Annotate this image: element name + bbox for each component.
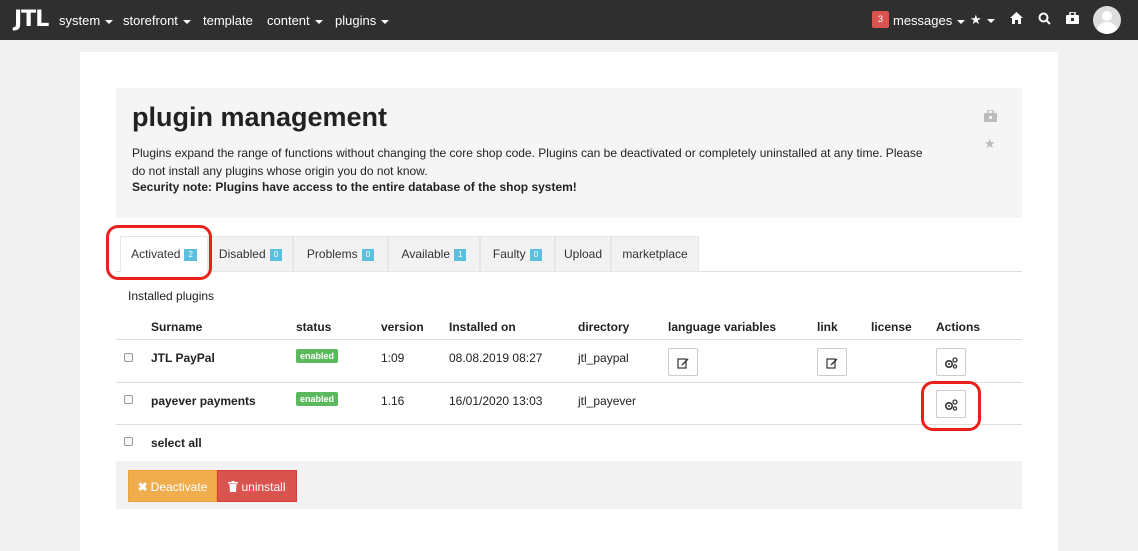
nav-plugins[interactable]: plugins bbox=[335, 13, 390, 28]
col-directory: directory bbox=[578, 320, 630, 334]
col-installed-on: Installed on bbox=[449, 320, 516, 334]
chevron-down-icon bbox=[957, 19, 966, 24]
tab-count-badge: 2 bbox=[184, 248, 197, 261]
col-license: license bbox=[871, 320, 912, 334]
edit-icon bbox=[677, 358, 689, 369]
table-header: Surname status version Installed on dire… bbox=[116, 314, 1022, 340]
deactivate-button[interactable]: ✖ Deactivate bbox=[128, 470, 217, 502]
status-badge: enabled bbox=[296, 392, 339, 406]
nav-system[interactable]: system bbox=[59, 13, 114, 28]
messages-count-badge[interactable]: 3 bbox=[872, 11, 889, 28]
chevron-down-icon bbox=[314, 19, 323, 24]
briefcase-icon[interactable] bbox=[984, 109, 997, 125]
gears-icon bbox=[944, 357, 958, 369]
tab-marketplace[interactable]: marketplace bbox=[611, 236, 699, 272]
plugin-name: JTL PayPal bbox=[151, 351, 215, 365]
col-surname: Surname bbox=[151, 320, 203, 334]
col-link: link bbox=[817, 320, 838, 334]
tab-count-badge: 0 bbox=[361, 248, 375, 261]
plugin-installed-on: 08.08.2019 08:27 bbox=[449, 351, 543, 365]
avatar-icon[interactable] bbox=[1093, 6, 1121, 34]
col-status: status bbox=[296, 320, 332, 334]
nav-storefront[interactable]: storefront bbox=[123, 13, 191, 28]
section-label: Installed plugins bbox=[128, 289, 215, 303]
col-language-variables: language variables bbox=[668, 320, 777, 334]
uninstall-button[interactable]: uninstall bbox=[217, 470, 297, 502]
page-title: plugin management bbox=[132, 102, 388, 132]
edit-link-button[interactable] bbox=[817, 348, 847, 376]
plugin-name: payever payments bbox=[151, 394, 256, 408]
col-version: version bbox=[381, 320, 424, 334]
tab-disabled[interactable]: Disabled 0 bbox=[208, 236, 293, 272]
tab-count-badge: 1 bbox=[454, 248, 467, 261]
chevron-down-icon bbox=[105, 19, 114, 24]
tab-faulty[interactable]: Faulty 0 bbox=[480, 236, 555, 272]
plugin-directory: jtl_payever bbox=[578, 394, 637, 408]
table-row: payever payments enabled 1.16 16/01/2020… bbox=[116, 383, 1022, 425]
tab-upload[interactable]: Upload bbox=[555, 236, 611, 272]
select-all-label[interactable]: select all bbox=[151, 436, 202, 450]
close-icon: ✖ bbox=[137, 480, 148, 494]
col-actions: Actions bbox=[936, 320, 981, 334]
nav-messages[interactable]: messages bbox=[893, 13, 966, 28]
trash-icon bbox=[228, 481, 239, 492]
select-all-row: select all bbox=[116, 425, 1022, 461]
top-navbar: JTL system storefront template content p… bbox=[0, 0, 1138, 40]
row-checkbox[interactable] bbox=[124, 353, 133, 362]
bulk-actions-bar: ✖ Deactivate uninstall bbox=[116, 461, 1022, 509]
row-checkbox[interactable] bbox=[124, 395, 133, 404]
edit-language-button[interactable] bbox=[668, 348, 698, 376]
chevron-down-icon bbox=[381, 19, 390, 24]
chevron-down-icon bbox=[986, 18, 995, 23]
page-description: Plugins expand the range of functions wi… bbox=[132, 146, 923, 178]
plugin-version: 1.16 bbox=[381, 394, 405, 408]
star-icon[interactable]: ★ bbox=[984, 136, 996, 152]
plugin-settings-button[interactable] bbox=[936, 390, 966, 418]
tab-problems[interactable]: Problems 0 bbox=[293, 236, 388, 272]
security-note: Security note: Plugins have access to th… bbox=[132, 180, 577, 194]
intro-box: plugin management Plugins expand the ran… bbox=[116, 88, 1022, 218]
table-row: JTL PayPal enabled 1:09 08.08.2019 08:27… bbox=[116, 341, 1022, 383]
plugin-directory: jtl_paypal bbox=[578, 351, 629, 365]
select-all-checkbox[interactable] bbox=[124, 437, 133, 446]
plugin-installed-on: 16/01/2020 13:03 bbox=[449, 394, 543, 408]
tab-available[interactable]: Available 1 bbox=[388, 236, 480, 272]
tab-count-badge: 0 bbox=[269, 248, 283, 261]
chevron-down-icon bbox=[182, 19, 191, 24]
plugin-tabs: Activated 2 Disabled 0 Problems 0 Available… bbox=[116, 236, 1022, 272]
tab-count-badge: 0 bbox=[529, 248, 543, 261]
main-panel: plugin management Plugins expand the ran… bbox=[80, 52, 1058, 551]
nav-content[interactable]: content bbox=[267, 13, 323, 28]
plugin-settings-button[interactable] bbox=[936, 348, 966, 376]
search-icon[interactable] bbox=[1038, 12, 1051, 28]
edit-icon bbox=[826, 358, 838, 369]
nav-template[interactable]: template bbox=[203, 13, 253, 28]
tab-activated[interactable]: Activated 2 bbox=[120, 236, 208, 272]
home-icon[interactable] bbox=[1010, 12, 1023, 27]
star-icon[interactable]: ★ bbox=[970, 12, 995, 28]
plugin-version: 1:09 bbox=[381, 351, 405, 365]
jtl-logo[interactable]: JTL bbox=[14, 7, 49, 32]
status-badge: enabled bbox=[296, 349, 339, 363]
gears-icon bbox=[944, 399, 958, 411]
briefcase-icon[interactable] bbox=[1066, 11, 1079, 27]
